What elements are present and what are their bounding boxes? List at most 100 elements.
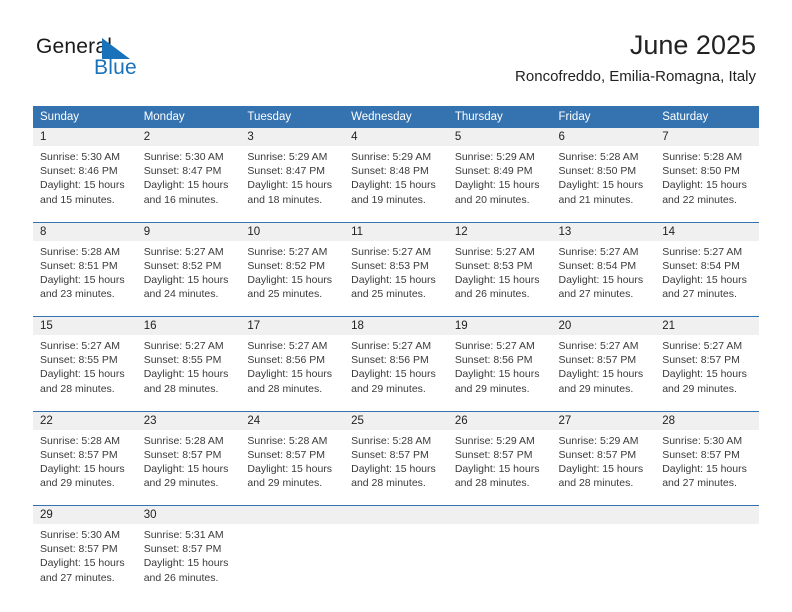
calendar-day-cell[interactable]: 15 Sunrise: 5:27 AM Sunset: 8:55 PM Dayligh…	[33, 316, 137, 405]
calendar-day-cell[interactable]: 11 Sunrise: 5:27 AM Sunset: 8:53 PM Dayligh…	[344, 221, 448, 311]
weekday-header-friday: Friday	[551, 106, 656, 128]
day-details: Sunrise: 5:30 AM Sunset: 8:47 PM Daylight:…	[137, 146, 241, 207]
sunrise-text: Sunrise: 5:27 AM	[143, 340, 224, 352]
calendar-day-cell[interactable]: 16 Sunrise: 5:27 AM Sunset: 8:55 PM Dayligh…	[136, 316, 241, 405]
day-details: Sunrise: 5:28 AM Sunset: 8:57 PM Daylight:…	[344, 430, 448, 491]
calendar-day-cell[interactable]: 17 Sunrise: 5:27 AM Sunset: 8:56 PM Dayligh…	[240, 316, 345, 405]
daylight-text: Daylight: 15 hours and 24 minutes.	[143, 273, 229, 301]
day-cell-inner: 12 Sunrise: 5:27 AM Sunset: 8:53 PM Dayligh…	[447, 222, 552, 311]
sunrise-text: Sunrise: 5:27 AM	[247, 245, 328, 258]
day-details: Sunrise: 5:29 AM Sunset: 8:47 PM Daylight:…	[240, 146, 344, 207]
sunset-text: Sunset: 8:52 PM	[247, 259, 326, 272]
daylight-text: Daylight: 15 hours and 27 minutes.	[40, 557, 125, 584]
day-details: Sunrise: 5:29 AM Sunset: 8:57 PM Daylight:…	[448, 430, 552, 491]
daylight-text: Daylight: 15 hours and 19 minutes.	[351, 179, 436, 206]
calendar-day-cell[interactable]: 29 Sunrise: 5:30 AM Sunset: 8:57 PM Dayligh…	[33, 505, 137, 594]
calendar-day-cell[interactable]: 25 Sunrise: 5:28 AM Sunset: 8:57 PM Dayligh…	[344, 410, 448, 500]
day-number: 25	[344, 411, 448, 430]
day-cell-inner: 16 Sunrise: 5:27 AM Sunset: 8:55 PM Dayligh…	[136, 317, 241, 405]
day-details: Sunrise: 5:27 AM Sunset: 8:57 PM Daylight:…	[552, 335, 656, 396]
day-number: 27	[551, 411, 656, 430]
day-number: 30	[136, 506, 241, 524]
weekday-header-thursday: Thursday	[447, 106, 552, 128]
sunset-text: Sunset: 8:55 PM	[143, 354, 222, 367]
calendar-day-cell[interactable]: 4 Sunrise: 5:29 AM Sunset: 8:48 PM Daylight…	[344, 128, 448, 216]
daylight-text: Daylight: 15 hours and 29 minutes.	[662, 368, 747, 395]
sunrise-text: Sunrise: 5:29 AM	[351, 151, 432, 163]
sunrise-text: Sunrise: 5:28 AM	[351, 434, 432, 447]
sunset-text: Sunset: 8:57 PM	[662, 448, 740, 461]
sunrise-text: Sunrise: 5:27 AM	[143, 245, 224, 258]
calendar-day-cell[interactable]: 24 Sunrise: 5:28 AM Sunset: 8:57 PM Dayligh…	[240, 410, 345, 500]
sunrise-text: Sunrise: 5:28 AM	[40, 245, 120, 258]
calendar-day-cell[interactable]	[551, 505, 656, 594]
day-cell-inner: 21 Sunrise: 5:27 AM Sunset: 8:57 PM Dayligh…	[655, 317, 759, 405]
calendar-day-cell[interactable]: 14 Sunrise: 5:27 AM Sunset: 8:54 PM Dayligh…	[655, 221, 759, 311]
day-details: Sunrise: 5:29 AM Sunset: 8:57 PM Daylight:…	[552, 430, 656, 491]
daylight-text: Daylight: 15 hours and 28 minutes.	[454, 462, 540, 490]
sunrise-text: Sunrise: 5:28 AM	[662, 151, 743, 163]
day-cell-inner: 23 Sunrise: 5:28 AM Sunset: 8:57 PM Dayligh…	[136, 411, 241, 500]
sunset-text: Sunset: 8:57 PM	[40, 448, 118, 461]
day-cell-inner: 18 Sunrise: 5:27 AM Sunset: 8:56 PM Dayligh…	[344, 317, 448, 405]
sunset-text: Sunset: 8:57 PM	[143, 543, 222, 556]
calendar-day-cell[interactable]: 21 Sunrise: 5:27 AM Sunset: 8:57 PM Dayligh…	[655, 316, 759, 405]
calendar-day-cell[interactable]: 23 Sunrise: 5:28 AM Sunset: 8:57 PM Dayligh…	[136, 410, 241, 500]
day-number: 2	[136, 128, 241, 146]
weekday-header-saturday: Saturday	[655, 106, 759, 128]
sunset-text: Sunset: 8:50 PM	[662, 165, 740, 178]
calendar-day-cell[interactable]: 3 Sunrise: 5:29 AM Sunset: 8:47 PM Daylight…	[240, 128, 345, 216]
calendar-day-cell[interactable]: 19 Sunrise: 5:27 AM Sunset: 8:56 PM Dayligh…	[447, 316, 552, 405]
calendar-day-cell[interactable]: 9 Sunrise: 5:27 AM Sunset: 8:52 PM Daylight…	[136, 221, 241, 311]
calendar-day-cell[interactable]	[447, 505, 552, 594]
calendar-day-cell[interactable]: 2 Sunrise: 5:30 AM Sunset: 8:47 PM Daylight…	[136, 128, 241, 216]
day-details: Sunrise: 5:30 AM Sunset: 8:57 PM Daylight:…	[33, 524, 137, 585]
calendar-day-cell[interactable]: 10 Sunrise: 5:27 AM Sunset: 8:52 PM Dayligh…	[240, 221, 345, 311]
day-details: Sunrise: 5:27 AM Sunset: 8:53 PM Daylight:…	[344, 241, 448, 302]
calendar-day-cell[interactable]: 27 Sunrise: 5:29 AM Sunset: 8:57 PM Dayligh…	[551, 410, 656, 500]
calendar-day-cell[interactable]: 7 Sunrise: 5:28 AM Sunset: 8:50 PM Daylight…	[655, 128, 759, 216]
day-number: 1	[33, 128, 137, 146]
day-number: 5	[447, 128, 552, 146]
sunset-text: Sunset: 8:49 PM	[454, 165, 533, 178]
calendar-day-cell[interactable]: 18 Sunrise: 5:27 AM Sunset: 8:56 PM Dayligh…	[344, 316, 448, 405]
day-cell-inner: 14 Sunrise: 5:27 AM Sunset: 8:54 PM Dayligh…	[655, 222, 759, 311]
calendar-day-cell[interactable]: 8 Sunrise: 5:28 AM Sunset: 8:51 PM Daylight…	[33, 221, 137, 311]
calendar-day-cell[interactable]: 22 Sunrise: 5:28 AM Sunset: 8:57 PM Dayligh…	[33, 410, 137, 500]
calendar-day-cell[interactable]	[240, 505, 345, 594]
day-details: Sunrise: 5:28 AM Sunset: 8:51 PM Daylight:…	[33, 241, 137, 302]
sunset-text: Sunset: 8:57 PM	[143, 448, 222, 461]
calendar-day-cell[interactable]: 13 Sunrise: 5:27 AM Sunset: 8:54 PM Dayligh…	[551, 221, 656, 311]
calendar-day-cell[interactable]: 5 Sunrise: 5:29 AM Sunset: 8:49 PM Daylight…	[447, 128, 552, 216]
day-details: Sunrise: 5:27 AM Sunset: 8:56 PM Daylight:…	[344, 335, 448, 396]
calendar-day-cell[interactable]: 28 Sunrise: 5:30 AM Sunset: 8:57 PM Dayligh…	[655, 410, 759, 500]
daylight-text: Daylight: 15 hours and 29 minutes.	[558, 368, 644, 395]
calendar-day-cell[interactable]: 1 Sunrise: 5:30 AM Sunset: 8:46 PM Daylight…	[33, 128, 137, 216]
daylight-text: Daylight: 15 hours and 28 minutes.	[247, 368, 333, 395]
sunrise-text: Sunrise: 5:27 AM	[454, 340, 535, 352]
sunrise-text: Sunrise: 5:28 AM	[247, 434, 328, 447]
calendar-day-cell[interactable]: 6 Sunrise: 5:28 AM Sunset: 8:50 PM Daylight…	[551, 128, 656, 216]
day-cell-inner: 22 Sunrise: 5:28 AM Sunset: 8:57 PM Dayligh…	[33, 411, 137, 500]
day-details: Sunrise: 5:27 AM Sunset: 8:54 PM Daylight:…	[655, 241, 759, 302]
day-details: Sunrise: 5:27 AM Sunset: 8:54 PM Daylight:…	[552, 241, 656, 302]
daylight-text: Daylight: 15 hours and 15 minutes.	[40, 179, 125, 206]
calendar-day-cell[interactable]: 20 Sunrise: 5:27 AM Sunset: 8:57 PM Dayligh…	[551, 316, 656, 405]
day-cell-inner: 11 Sunrise: 5:27 AM Sunset: 8:53 PM Dayligh…	[344, 222, 448, 311]
brand-name-general: General	[36, 35, 113, 58]
day-number: 19	[447, 317, 552, 335]
day-number: 14	[655, 222, 759, 241]
day-number	[551, 506, 656, 524]
day-number: 17	[240, 317, 345, 335]
sunrise-text: Sunrise: 5:29 AM	[454, 434, 535, 447]
calendar-day-cell[interactable]: 26 Sunrise: 5:29 AM Sunset: 8:57 PM Dayligh…	[447, 410, 552, 500]
calendar-day-cell[interactable]	[655, 505, 759, 594]
sunset-text: Sunset: 8:47 PM	[143, 165, 222, 178]
calendar-day-cell[interactable]: 30 Sunrise: 5:31 AM Sunset: 8:57 PM Dayligh…	[136, 505, 241, 594]
day-cell-inner: 8 Sunrise: 5:28 AM Sunset: 8:51 PM Daylight…	[33, 222, 137, 311]
sunrise-text: Sunrise: 5:27 AM	[247, 340, 328, 352]
brand-logo[interactable]: General Blue	[36, 36, 176, 82]
calendar-day-cell[interactable]	[344, 505, 448, 594]
calendar-day-cell[interactable]: 12 Sunrise: 5:27 AM Sunset: 8:53 PM Dayligh…	[447, 221, 552, 311]
sunset-text: Sunset: 8:51 PM	[40, 259, 118, 272]
